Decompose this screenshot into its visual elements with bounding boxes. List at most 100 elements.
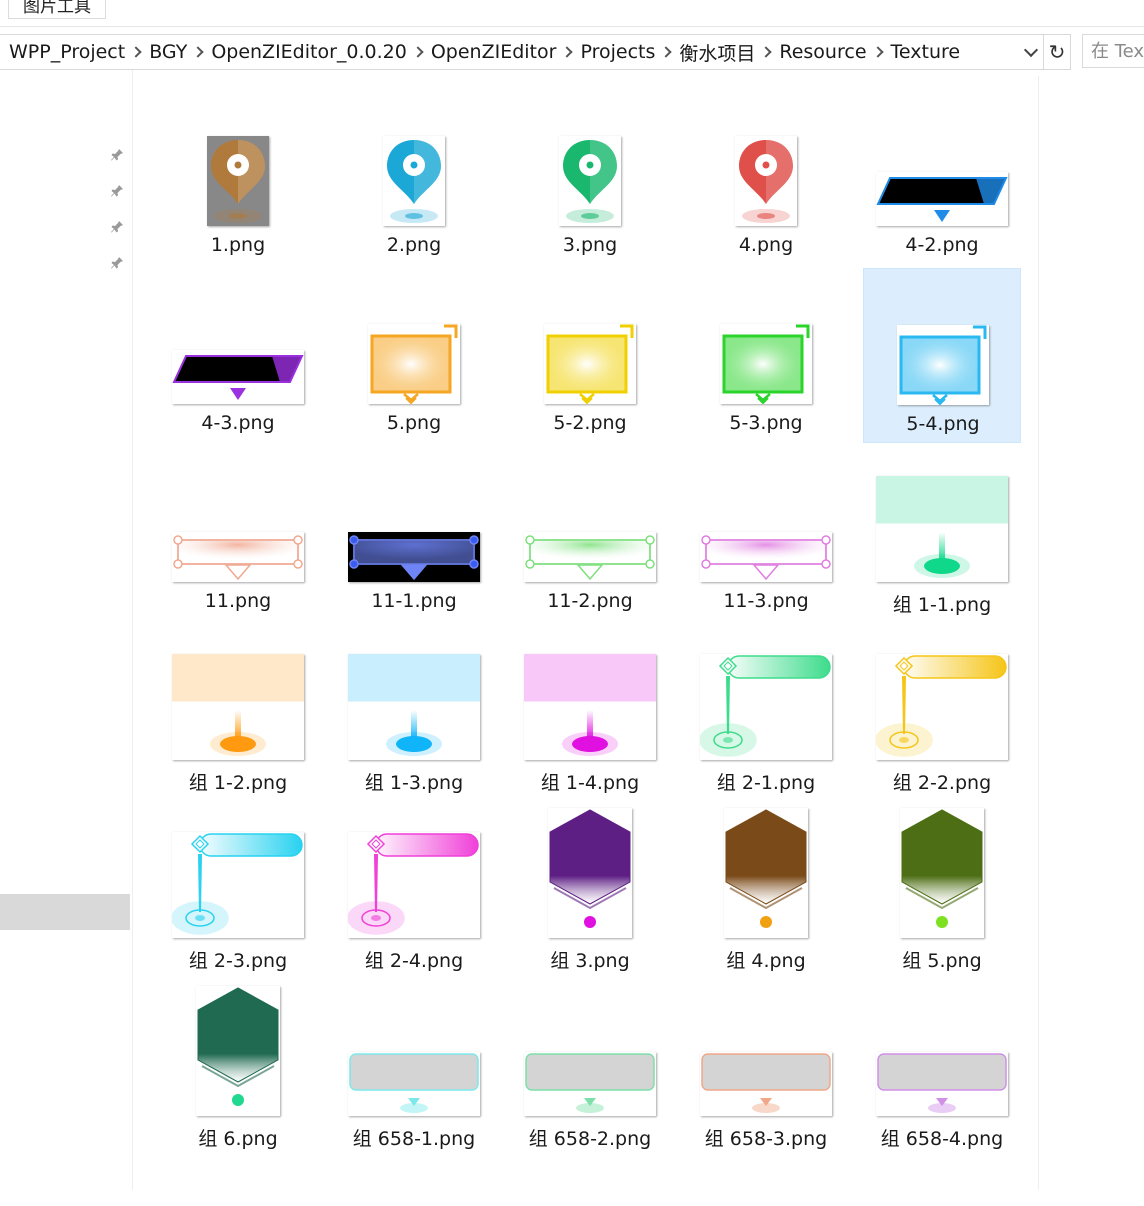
breadcrumb: WPP_Project BGY OpenZIEditor_0.0.20 OpenZIE… — [0, 35, 1019, 69]
file-item[interactable]: 5-2.png — [511, 268, 669, 443]
file-item[interactable]: 2.png — [335, 90, 493, 265]
chevron-right-icon[interactable] — [410, 35, 428, 69]
file-thumbnail — [207, 136, 269, 226]
file-item[interactable]: 组 4.png — [687, 802, 845, 977]
file-name: 组 2-2.png — [892, 772, 992, 794]
file-thumbnail — [524, 532, 656, 582]
file-thumbnail — [724, 808, 808, 938]
file-item[interactable]: 4-3.png — [159, 268, 317, 443]
file-name: 1.png — [210, 234, 266, 256]
search-input[interactable]: 在 Texture — [1082, 34, 1144, 68]
file-item[interactable]: 组 3.png — [511, 802, 669, 977]
file-thumbnail — [548, 808, 632, 938]
file-item[interactable]: 3.png — [511, 90, 669, 265]
file-thumbnail — [720, 324, 812, 404]
file-thumbnail — [348, 654, 480, 760]
file-item[interactable]: 5-4.png — [863, 268, 1021, 443]
file-name: 组 3.png — [550, 950, 630, 972]
file-name: 组 6.png — [198, 1128, 278, 1150]
file-thumbnail — [524, 1052, 656, 1116]
breadcrumb-item[interactable]: OpenZIEditor_0.0.20 — [208, 41, 410, 63]
file-item[interactable]: 组 658-3.png — [687, 980, 845, 1155]
file-name: 4.png — [738, 234, 794, 256]
breadcrumb-item[interactable]: 衡水项目 — [676, 39, 758, 66]
file-item[interactable]: 组 2-2.png — [863, 624, 1021, 799]
file-item[interactable]: 11-3.png — [687, 446, 845, 621]
file-name: 组 2-4.png — [364, 950, 464, 972]
pin-icon[interactable] — [110, 220, 124, 234]
file-name: 组 2-1.png — [716, 772, 816, 794]
file-thumbnail — [559, 136, 621, 226]
breadcrumb-item[interactable]: OpenZIEditor — [428, 41, 560, 63]
address-bar[interactable]: WPP_Project BGY OpenZIEditor_0.0.20 OpenZIE… — [0, 34, 1071, 70]
file-thumbnail — [172, 654, 304, 760]
navigation-pane — [0, 70, 133, 1190]
pin-icon[interactable] — [110, 256, 124, 270]
file-thumbnail — [700, 1052, 832, 1116]
file-item[interactable]: 11-1.png — [335, 446, 493, 621]
breadcrumb-item[interactable]: Resource — [776, 41, 869, 63]
file-name: 组 1-3.png — [364, 772, 464, 794]
file-thumbnail — [383, 136, 445, 226]
ribbon-tab-picture-tools[interactable]: 图片工具 — [8, 0, 106, 19]
file-item[interactable]: 组 1-3.png — [335, 624, 493, 799]
breadcrumb-item[interactable]: BGY — [146, 41, 190, 63]
file-item[interactable]: 4-2.png — [863, 90, 1021, 265]
file-item[interactable]: 1.png — [159, 90, 317, 265]
file-name: 组 4.png — [726, 950, 806, 972]
file-item[interactable]: 组 5.png — [863, 802, 1021, 977]
file-item[interactable]: 组 2-1.png — [687, 624, 845, 799]
chevron-right-icon[interactable] — [128, 35, 146, 69]
file-item[interactable]: 组 1-4.png — [511, 624, 669, 799]
file-item[interactable]: 组 2-4.png — [335, 802, 493, 977]
file-name: 4-2.png — [905, 234, 979, 256]
file-name: 11-3.png — [723, 590, 809, 612]
file-thumbnail — [897, 325, 989, 405]
breadcrumb-item[interactable]: Texture — [888, 41, 964, 63]
file-thumbnail — [348, 532, 480, 582]
pin-icon[interactable] — [110, 184, 124, 198]
file-item[interactable]: 组 658-1.png — [335, 980, 493, 1155]
chevron-right-icon[interactable] — [870, 35, 888, 69]
file-item[interactable]: 组 2-3.png — [159, 802, 317, 977]
file-item[interactable]: 组 658-2.png — [511, 980, 669, 1155]
file-thumbnail — [524, 654, 656, 760]
file-thumbnail — [876, 476, 1008, 582]
nav-item-selected[interactable] — [0, 894, 130, 930]
chevron-right-icon[interactable] — [658, 35, 676, 69]
file-thumbnail — [700, 532, 832, 582]
file-name: 11-2.png — [547, 590, 633, 612]
file-name: 2.png — [386, 234, 442, 256]
file-thumbnail — [544, 324, 636, 404]
chevron-right-icon[interactable] — [559, 35, 577, 69]
file-name: 4-3.png — [201, 412, 275, 434]
breadcrumb-item[interactable]: Projects — [577, 41, 658, 63]
file-item[interactable]: 4.png — [687, 90, 845, 265]
file-thumbnail — [876, 654, 1008, 760]
breadcrumb-item[interactable]: WPP_Project — [6, 41, 128, 63]
chevron-down-icon[interactable] — [1019, 35, 1043, 69]
file-thumbnail — [900, 808, 984, 938]
file-item[interactable]: 5.png — [335, 268, 493, 443]
file-thumbnail — [348, 1052, 480, 1116]
file-item[interactable]: 11.png — [159, 446, 317, 621]
file-item[interactable]: 组 1-1.png — [863, 446, 1021, 621]
file-name: 11.png — [204, 590, 272, 612]
pin-icon[interactable] — [110, 148, 124, 162]
file-item[interactable]: 组 6.png — [159, 980, 317, 1155]
content-divider — [1038, 76, 1039, 1190]
file-item[interactable]: 5-3.png — [687, 268, 845, 443]
file-name: 组 658-4.png — [880, 1128, 1004, 1150]
file-thumbnail — [700, 654, 832, 760]
file-thumbnail — [196, 986, 280, 1116]
chevron-right-icon[interactable] — [758, 35, 776, 69]
refresh-button[interactable]: ↻ — [1043, 35, 1070, 69]
file-name: 3.png — [562, 234, 618, 256]
file-thumbnail — [876, 172, 1008, 226]
file-name: 组 658-2.png — [528, 1128, 652, 1150]
file-item[interactable]: 11-2.png — [511, 446, 669, 621]
chevron-right-icon[interactable] — [190, 35, 208, 69]
file-item[interactable]: 组 1-2.png — [159, 624, 317, 799]
file-name: 11-1.png — [371, 590, 457, 612]
file-item[interactable]: 组 658-4.png — [863, 980, 1021, 1155]
